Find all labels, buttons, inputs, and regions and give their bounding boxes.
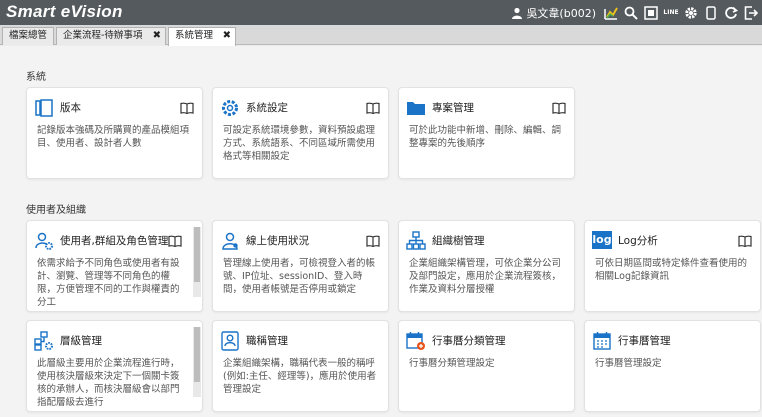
card-description: 可依日期區間或特定條件查看使用的相關Log記錄資訊 (595, 258, 748, 282)
book-icon[interactable] (552, 99, 566, 115)
mobile-icon[interactable] (702, 4, 720, 22)
user-icon (512, 7, 523, 19)
card-title: 線上使用狀況 (246, 235, 309, 247)
card-description: 企業組織架構管理，可依企業分公司及部門設定，應用於企業流程簽核，作業及資料分層授… (409, 258, 562, 295)
tab-file-manager[interactable]: 檔案總管 (2, 27, 54, 45)
card-title: Log分析 (618, 235, 658, 247)
card-description: 可於此功能中新增、刪除、編輯、調整專案的先後順序 (409, 125, 562, 149)
tab-system-admin[interactable]: 系統管理 ✖ (168, 27, 236, 46)
card-title: 層級管理 (60, 335, 102, 347)
card-title: 專案管理 (432, 102, 474, 114)
card-title: 組織樹管理 (432, 235, 485, 247)
level-icon (34, 331, 54, 351)
card-description: 管理線上使用者，可檢視登入者的帳號、IP位址、sessionID、登入時間，使用… (223, 258, 376, 295)
header-tools: 吳文韋(b002) LINE (511, 0, 762, 25)
card-online-usage[interactable]: 線上使用狀況 管理線上使用者，可檢視登入者的帳號、IP位址、sessionID、… (212, 220, 389, 312)
line-icon[interactable]: LINE (662, 4, 680, 22)
card-user-group-role[interactable]: 使用者,群組及角色管理 依需求給予不同角色或使用者有設計、瀏覽、管理等不同角色的… (26, 220, 203, 312)
tab-workflow-todo[interactable]: 企業流程-待辦事項 ✖ (56, 27, 166, 45)
card-calendar-management[interactable]: 行事曆管理 行事曆管理設定 (584, 320, 761, 412)
card-description: 依需求給予不同角色或使用者有設計、瀏覽、管理等不同角色的權限，方便管理不同的工作… (37, 258, 180, 308)
user-name: 吳文韋(b002) (526, 6, 596, 20)
card-description: 行事曆分類管理設定 (409, 358, 495, 369)
chart-icon[interactable] (602, 4, 620, 22)
app-logo: Smart eVision (6, 2, 123, 21)
folder-icon (406, 98, 426, 118)
close-icon[interactable]: ✖ (223, 28, 231, 44)
card-project-management[interactable]: 專案管理 可於此功能中新增、刪除、編輯、調整專案的先後順序 (398, 87, 575, 179)
calendar-icon (592, 331, 612, 351)
search-icon[interactable] (622, 4, 640, 22)
card-system-settings[interactable]: 系統設定 可設定系統環境參數，資料預設處理方式、系統語系、不同區域所需使用格式等… (212, 87, 389, 179)
card-description: 此層級主要用於企業流程進行時，使用核決層級來決定下一個關卡簽核的承辦人，而核決層… (37, 358, 180, 408)
card-description: 可設定系統環境參數，資料預設處理方式、系統語系、不同區域所需使用格式等相關設定 (223, 125, 376, 162)
section-title-system: 系統 (26, 72, 46, 83)
user-menu[interactable]: 吳文韋(b002) (511, 5, 596, 21)
card-level-management[interactable]: 層級管理 此層級主要用於企業流程進行時，使用核決層級來決定下一個關卡簽核的承辦人… (26, 320, 203, 412)
card-title: 職稱管理 (246, 335, 288, 347)
book-icon[interactable] (366, 232, 380, 248)
card-title: 系統設定 (246, 102, 288, 114)
card-description: 行事曆管理設定 (595, 358, 662, 369)
card-title: 行事曆管理 (618, 335, 671, 347)
book-icon[interactable] (738, 232, 752, 248)
card-calendar-category[interactable]: 行事曆分類管理 行事曆分類管理設定 (398, 320, 575, 412)
card-org-tree[interactable]: 組織樹管理 企業組織架構管理，可依企業分公司及部門設定，應用於企業流程簽核，作業… (398, 220, 575, 312)
gear-icon (220, 98, 240, 118)
refresh-icon[interactable] (722, 4, 740, 22)
book-icon[interactable] (180, 99, 194, 115)
scrollbar-thumb[interactable] (194, 227, 200, 282)
scrollbar[interactable] (193, 227, 201, 297)
card-description: 企業組織架構，職稱代表一般的稱呼(例如:主任、經理等)，應用於使用者管理設定 (223, 358, 377, 395)
main-content: 系統 版本 記錄版本強碼及所購買的產品模組項目、使用者、設計者人數 系統設定 可… (0, 46, 762, 417)
log-icon: log (592, 231, 612, 249)
section-title-users-org: 使用者及組織 (26, 205, 86, 216)
card-log-analysis[interactable]: log Log分析 可依日期區間或特定條件查看使用的相關Log記錄資訊 (584, 220, 761, 312)
org-tree-icon (406, 231, 426, 251)
close-icon[interactable]: ✖ (153, 28, 161, 44)
card-title: 使用者,群組及角色管理 (60, 235, 169, 247)
book-icon[interactable] (168, 232, 182, 248)
tab-bar: 檔案總管 企業流程-待辦事項 ✖ 系統管理 ✖ (0, 25, 762, 46)
online-user-icon (220, 231, 240, 251)
scrollbar[interactable] (193, 327, 201, 397)
card-title: 行事曆分類管理 (432, 335, 506, 347)
calendar-category-icon (406, 331, 426, 351)
book-icon[interactable] (366, 99, 380, 115)
scrollbar-thumb[interactable] (194, 327, 200, 382)
user-gear-icon (34, 231, 54, 251)
card-description: 記錄版本強碼及所購買的產品模組項目、使用者、設計者人數 (37, 125, 190, 149)
gear-icon[interactable] (682, 4, 700, 22)
screen-capture-icon[interactable] (642, 4, 660, 22)
job-title-icon (220, 331, 240, 351)
version-icon (34, 98, 54, 118)
card-job-title-management[interactable]: 職稱管理 企業組織架構，職稱代表一般的稱呼(例如:主任、經理等)，應用於使用者管… (212, 320, 389, 412)
logout-icon[interactable] (742, 4, 760, 22)
card-title: 版本 (60, 102, 81, 114)
top-bar: Smart eVision 吳文韋(b002) LINE (0, 0, 762, 25)
card-version[interactable]: 版本 記錄版本強碼及所購買的產品模組項目、使用者、設計者人數 (26, 87, 203, 179)
